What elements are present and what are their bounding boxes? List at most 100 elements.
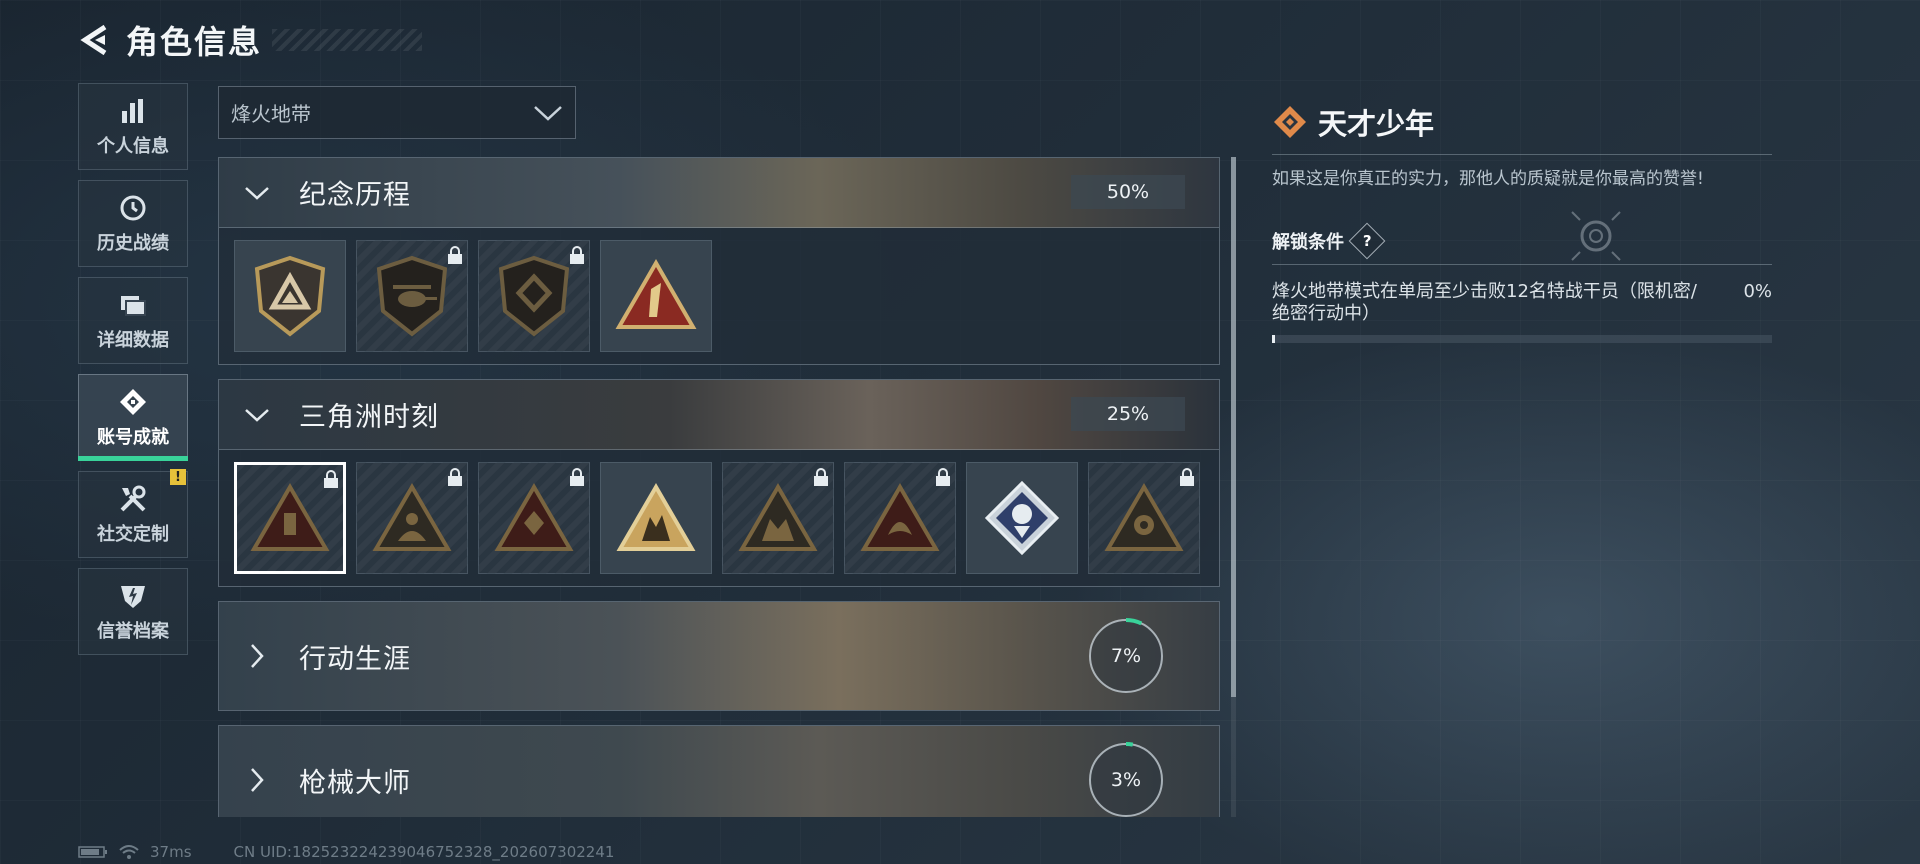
- category-name: 三角洲时刻: [299, 402, 439, 433]
- tools-icon: [118, 484, 148, 514]
- number-one-medal-icon: [615, 259, 697, 329]
- lock-icon: [936, 468, 950, 486]
- category-progress: 3%: [1110, 769, 1142, 791]
- category-delta-moments: 三角洲时刻 25%: [218, 379, 1220, 587]
- category-memorial: 纪念历程 50%: [218, 157, 1220, 365]
- crosshair-decoration: [1571, 211, 1621, 261]
- lock-icon: [814, 468, 828, 486]
- medal-item[interactable]: [356, 462, 468, 574]
- nav-item-label: 账号成就: [97, 426, 169, 448]
- triangle-medal-icon: [738, 483, 818, 551]
- progress-fill: [1272, 335, 1275, 343]
- chevron-down-icon: [534, 105, 562, 121]
- scrollbar-thumb[interactable]: [1231, 157, 1236, 697]
- medal-item[interactable]: [478, 240, 590, 352]
- nav-item-label: 个人信息: [97, 135, 169, 157]
- divider: [1272, 264, 1772, 265]
- category-progress: 50%: [1071, 175, 1185, 209]
- triangle-medal-icon: [616, 483, 696, 551]
- category-progress: 25%: [1071, 397, 1185, 431]
- medal-item[interactable]: [722, 462, 834, 574]
- category-progress: 7%: [1110, 645, 1142, 667]
- achievement-detail-panel: 天才少年 如果这是你真正的实力，那他人的质疑就是你最高的赞誉! 解锁条件 ? 烽…: [1272, 100, 1772, 343]
- condition-progress-text: 0%: [1743, 281, 1772, 302]
- back-arrow-icon: [80, 24, 107, 56]
- medal-item[interactable]: [844, 462, 956, 574]
- nav-item-label: 信誉档案: [97, 620, 169, 642]
- triangle-medal-icon: [250, 483, 330, 551]
- medal-item[interactable]: [966, 462, 1078, 574]
- page-header: 角色信息: [78, 18, 423, 62]
- chevron-right-icon: [251, 644, 264, 668]
- notification-badge: !: [170, 469, 186, 485]
- shield-icon: [118, 581, 148, 611]
- medal-grid: [219, 450, 1219, 586]
- category-operation-career: 行动生涯 7%: [218, 601, 1220, 711]
- divider: [1272, 154, 1772, 155]
- medal-item[interactable]: [600, 240, 712, 352]
- achievement-title: 天才少年: [1318, 107, 1435, 141]
- help-icon: ?: [1362, 231, 1372, 250]
- lock-icon: [570, 246, 584, 264]
- nav-item-reputation[interactable]: 信誉档案: [78, 568, 188, 655]
- back-button[interactable]: [78, 20, 114, 60]
- category-name: 枪械大师: [299, 767, 411, 799]
- triangle-medal-icon: [1104, 483, 1184, 551]
- chevron-right-icon: [251, 768, 264, 792]
- nav-item-label: 社交定制: [97, 523, 169, 545]
- battery-icon: [78, 846, 107, 858]
- category-name: 纪念历程: [299, 180, 411, 211]
- bar-chart-icon: [118, 96, 148, 126]
- lock-icon: [448, 246, 462, 264]
- category-header[interactable]: 行动生涯 7%: [219, 602, 1219, 710]
- ping-text: 37ms: [150, 843, 192, 861]
- chevron-down-icon: [245, 186, 269, 200]
- nav-item-social[interactable]: ! 社交定制: [78, 469, 188, 558]
- folder-icon: [118, 290, 148, 320]
- unlock-condition-text: 烽火地带模式在单局至少击败12名特战干员（限机密/绝密行动中）: [1272, 281, 1697, 324]
- chevron-down-icon: [245, 408, 269, 422]
- medal-item[interactable]: [478, 462, 590, 574]
- uid-text: CN UID:1825232242390467523​28_2026073022…: [233, 843, 615, 861]
- title-decoration: [272, 29, 423, 51]
- wifi-icon: [119, 845, 139, 859]
- condition-progress-bar: [1272, 335, 1772, 343]
- triangle-medal-icon: [860, 483, 940, 551]
- category-weapon-master: 枪械大师 3%: [218, 725, 1220, 817]
- mode-select[interactable]: 烽火地带: [218, 86, 576, 139]
- unlock-condition-title: 解锁条件: [1272, 232, 1344, 253]
- progress-ring: 3%: [1087, 741, 1165, 817]
- nav-item-label: 历史战绩: [97, 232, 169, 254]
- rose-badge-icon: [984, 480, 1060, 556]
- achievement-icon: [118, 387, 148, 417]
- achievement-description: 如果这是你真正的实力，那他人的质疑就是你最高的赞誉!: [1272, 169, 1704, 189]
- status-footer: 37ms CN UID:1825232242390467523​28_20260…: [78, 843, 614, 861]
- side-nav: 个人信息 历史战绩 详细数据 账号成就 ! 社交定制 信誉档案: [78, 83, 188, 665]
- medal-grid: [219, 228, 1219, 364]
- lock-icon: [570, 468, 584, 486]
- help-button[interactable]: ?: [1348, 222, 1386, 260]
- nav-item-achievements[interactable]: 账号成就: [78, 374, 188, 461]
- helicopter-medal-icon: [376, 255, 448, 337]
- category-header[interactable]: 枪械大师 3%: [219, 726, 1219, 817]
- medal-item[interactable]: [600, 462, 712, 574]
- list-scrollbar[interactable]: [1231, 157, 1236, 817]
- progress-ring: 7%: [1087, 617, 1165, 695]
- triangle-medal-icon: [494, 483, 574, 551]
- category-header[interactable]: 三角洲时刻 25%: [219, 380, 1219, 450]
- lock-icon: [1180, 468, 1194, 486]
- nav-item-profile[interactable]: 个人信息: [78, 83, 188, 170]
- diamond-medal-icon: [498, 255, 570, 337]
- nav-item-details[interactable]: 详细数据: [78, 277, 188, 364]
- lock-icon: [448, 468, 462, 486]
- medal-item[interactable]: [1088, 462, 1200, 574]
- medal-item-selected[interactable]: [234, 462, 346, 574]
- achievement-diamond-icon: [1274, 106, 1306, 138]
- nav-item-history[interactable]: 历史战绩: [78, 180, 188, 267]
- medal-item[interactable]: [356, 240, 468, 352]
- category-header[interactable]: 纪念历程 50%: [219, 158, 1219, 228]
- medal-item[interactable]: [234, 240, 346, 352]
- triangle-medal-icon: [372, 483, 452, 551]
- mode-select-value: 烽火地带: [231, 102, 311, 126]
- category-name: 行动生涯: [299, 643, 411, 675]
